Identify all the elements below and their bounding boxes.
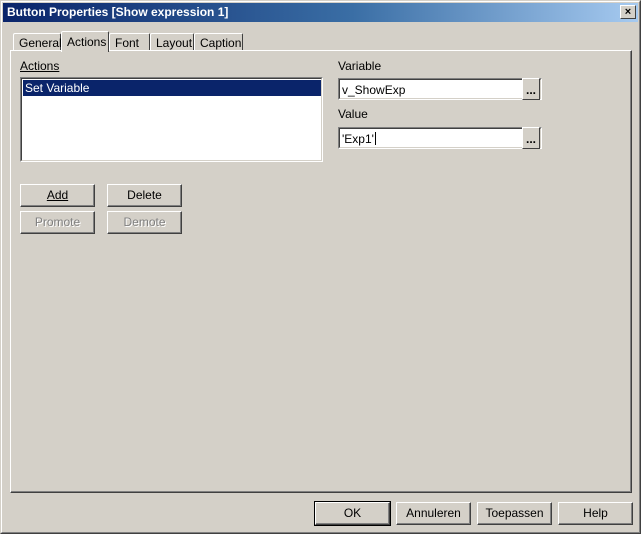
actions-label: Actions <box>20 59 60 73</box>
value-browse-button[interactable]: ... <box>522 127 540 149</box>
value-label: Value <box>338 107 368 121</box>
tab-layout[interactable]: Layout <box>150 33 194 51</box>
tab-font[interactable]: Font <box>109 33 150 51</box>
variable-value: v_ShowExp <box>342 83 406 97</box>
text-caret <box>374 132 376 145</box>
promote-button[interactable]: Promote <box>20 211 95 234</box>
ok-button[interactable]: OK <box>314 501 391 526</box>
list-item[interactable]: Set Variable <box>23 80 321 96</box>
variable-field[interactable]: v_ShowExp <box>338 78 542 100</box>
title-bar[interactable]: Button Properties [Show expression 1] × <box>3 3 638 22</box>
variable-label: Variable <box>338 59 382 73</box>
value-text: 'Exp1' <box>342 132 376 146</box>
value-field[interactable]: 'Exp1' <box>338 127 542 149</box>
tab-caption[interactable]: Caption <box>194 33 243 51</box>
dialog-window: Button Properties [Show expression 1] × … <box>0 0 641 534</box>
add-button[interactable]: Add <box>20 184 95 207</box>
help-button[interactable]: Help <box>558 502 633 525</box>
delete-button[interactable]: Delete <box>107 184 182 207</box>
close-icon: × <box>624 5 632 18</box>
tab-actions[interactable]: Actions <box>61 31 109 52</box>
window-title: Button Properties [Show expression 1] <box>7 5 229 19</box>
tab-general[interactable]: General <box>13 33 62 51</box>
demote-button[interactable]: Demote <box>107 211 182 234</box>
actions-listbox[interactable]: Set Variable <box>20 77 323 162</box>
cancel-button[interactable]: Annuleren <box>396 502 471 525</box>
variable-browse-button[interactable]: ... <box>522 78 540 100</box>
close-button[interactable]: × <box>620 5 636 19</box>
apply-button[interactable]: Toepassen <box>477 502 552 525</box>
